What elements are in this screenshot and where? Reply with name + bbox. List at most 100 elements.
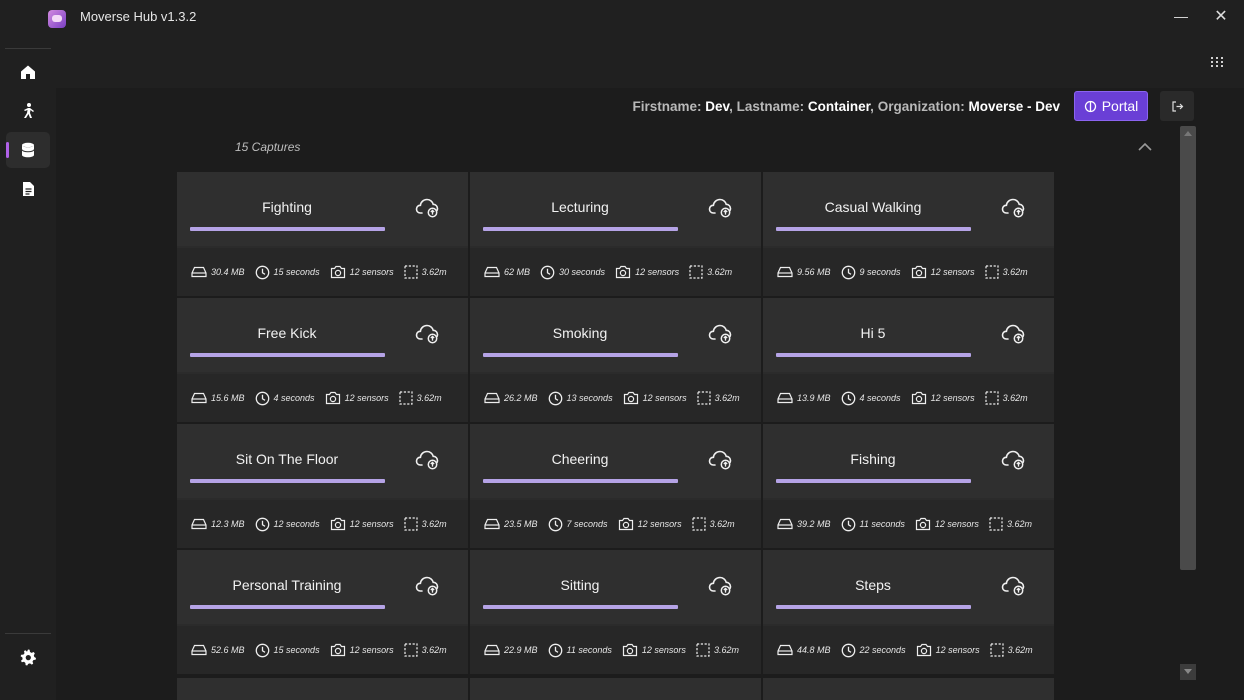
captures-grid: Fighting 30.4 MB 15 seconds 12 sensors 3…: [177, 172, 1057, 674]
camera-icon: [615, 265, 631, 279]
cloud-upload-icon[interactable]: [1001, 322, 1027, 344]
capture-card[interactable]: Fishing 39.2 MB 11 seconds 12 sensors 3.…: [763, 424, 1054, 548]
stat-size-value: 44.8 MB: [797, 645, 831, 655]
capture-card[interactable]: Personal Training 52.6 MB 15 seconds 12 …: [177, 550, 468, 674]
stat-duration-value: 7 seconds: [566, 519, 608, 529]
stat-sensors-value: 12 sensors: [344, 393, 389, 403]
camera-icon: [330, 265, 345, 279]
scroll-up-button[interactable]: [1180, 126, 1196, 140]
stat-size-value: 62 MB: [504, 267, 531, 277]
clock-icon: [548, 643, 562, 657]
capture-name: Sit On The Floor: [235, 451, 339, 467]
capture-card[interactable]: Casual Walking 9.56 MB 9 seconds 12 sens…: [763, 172, 1054, 296]
stat-duration: 15 seconds: [255, 265, 320, 280]
stat-size: 26.2 MB: [484, 392, 538, 404]
capture-card[interactable]: Cheering 23.5 MB 7 seconds 12 sensors 3.…: [470, 424, 761, 548]
capture-name: Fishing: [850, 451, 896, 467]
area-icon: [984, 391, 999, 405]
logout-icon: [1171, 100, 1183, 112]
sidebar-item-settings[interactable]: [6, 639, 50, 675]
capture-card[interactable]: Fighting 30.4 MB 15 seconds 12 sensors 3…: [177, 172, 468, 296]
stat-area-value: 3.62m: [1002, 267, 1028, 277]
capture-card-header: Fighting: [177, 172, 468, 246]
stat-sensors-value: 12 sensors: [349, 645, 394, 655]
stat-area-value: 3.62m: [421, 267, 447, 277]
stat-sensors: 12 sensors: [330, 265, 394, 279]
capture-card[interactable]: Steps 44.8 MB 22 seconds 12 sensors 3.62…: [763, 550, 1054, 674]
hard-drive-icon: [191, 518, 207, 530]
clock-icon: [255, 517, 269, 531]
logout-button[interactable]: [1160, 91, 1194, 121]
capture-card-partial[interactable]: [470, 678, 761, 700]
capture-stats: 52.6 MB 15 seconds 12 sensors 3.62m: [177, 626, 468, 674]
capture-progress-bar: [776, 479, 971, 483]
stat-size-value: 13.9 MB: [797, 393, 831, 403]
capture-progress-bar: [483, 605, 678, 609]
lastname-label: Lastname:: [736, 99, 805, 114]
cloud-upload-icon[interactable]: [1001, 448, 1027, 470]
camera-icon: [330, 517, 345, 531]
camera-icon: [911, 391, 926, 405]
stat-size-value: 26.2 MB: [504, 393, 538, 403]
capture-stats: 22.9 MB 11 seconds 12 sensors 3.62m: [470, 626, 761, 674]
capture-card[interactable]: Sit On The Floor 12.3 MB 12 seconds 12 s…: [177, 424, 468, 548]
sidebar-item-home[interactable]: [6, 54, 50, 90]
capture-progress-bar: [190, 605, 385, 609]
capture-stats: 62 MB 30 seconds 12 sensors 3.62m: [470, 248, 761, 296]
capture-card[interactable]: Sitting 22.9 MB 11 seconds 12 sensors 3.…: [470, 550, 761, 674]
scrollbar-thumb[interactable]: [1180, 126, 1196, 570]
stat-duration: 7 seconds: [548, 517, 608, 532]
cloud-upload-icon[interactable]: [415, 196, 441, 218]
stat-sensors-value: 12 sensors: [635, 267, 680, 277]
hard-drive-icon: [484, 392, 500, 404]
area-icon: [404, 643, 418, 657]
area-icon: [696, 643, 710, 657]
capture-name: Personal Training: [232, 577, 342, 593]
capture-card-partial[interactable]: [763, 678, 1054, 700]
cloud-upload-icon[interactable]: [415, 574, 441, 596]
scroll-down-button[interactable]: [1180, 664, 1196, 680]
stat-area-value: 3.62m: [707, 267, 733, 277]
cloud-upload-icon[interactable]: [708, 322, 734, 344]
stat-area-value: 3.62m: [713, 645, 739, 655]
cloud-upload-icon[interactable]: [708, 448, 734, 470]
capture-progress-bar: [776, 353, 971, 357]
gear-icon: [20, 649, 36, 666]
caret-up-icon: [1184, 131, 1192, 136]
sidebar-item-documents[interactable]: [6, 171, 50, 207]
capture-name: Steps: [855, 577, 891, 593]
clock-icon: [540, 265, 555, 279]
sidebar-item-database[interactable]: [6, 132, 50, 168]
cloud-upload-icon[interactable]: [1001, 574, 1027, 596]
capture-card[interactable]: Hi 5 13.9 MB 4 seconds 12 sensors 3.62m: [763, 298, 1054, 422]
stat-duration-value: 11 seconds: [859, 519, 905, 529]
cloud-upload-icon[interactable]: [708, 574, 734, 596]
portal-button[interactable]: Portal: [1074, 91, 1148, 121]
area-icon: [398, 391, 413, 405]
stat-area: 3.62m: [989, 517, 1032, 531]
close-button[interactable]: ✕: [1206, 4, 1236, 28]
database-icon: [21, 142, 35, 158]
cloud-upload-icon[interactable]: [1001, 196, 1027, 218]
chevron-up-icon[interactable]: [1136, 140, 1154, 154]
clock-icon: [255, 643, 269, 657]
stat-size-value: 9.56 MB: [797, 267, 831, 277]
stat-duration-value: 15 seconds: [273, 645, 320, 655]
cloud-upload-icon[interactable]: [415, 322, 441, 344]
stat-duration-value: 15 seconds: [273, 267, 320, 277]
minimize-button[interactable]: —: [1166, 4, 1196, 28]
sidebar-item-capture[interactable]: [6, 93, 50, 129]
cloud-upload-icon[interactable]: [415, 448, 441, 470]
capture-card[interactable]: Smoking 26.2 MB 13 seconds 12 sensors 3.…: [470, 298, 761, 422]
stat-sensors: 12 sensors: [911, 391, 975, 405]
area-icon: [689, 265, 703, 279]
stat-area-value: 3.62m: [1002, 393, 1028, 403]
apps-grid-icon[interactable]: [1207, 52, 1227, 72]
stat-sensors: 12 sensors: [916, 643, 980, 657]
capture-card-partial[interactable]: [177, 678, 468, 700]
cloud-upload-icon[interactable]: [708, 196, 734, 218]
capture-card[interactable]: Free Kick 15.6 MB 4 seconds 12 sensors 3…: [177, 298, 468, 422]
capture-name: Smoking: [552, 325, 608, 341]
capture-card[interactable]: Lecturing 62 MB 30 seconds 12 sensors 3.…: [470, 172, 761, 296]
camera-icon: [623, 391, 638, 405]
